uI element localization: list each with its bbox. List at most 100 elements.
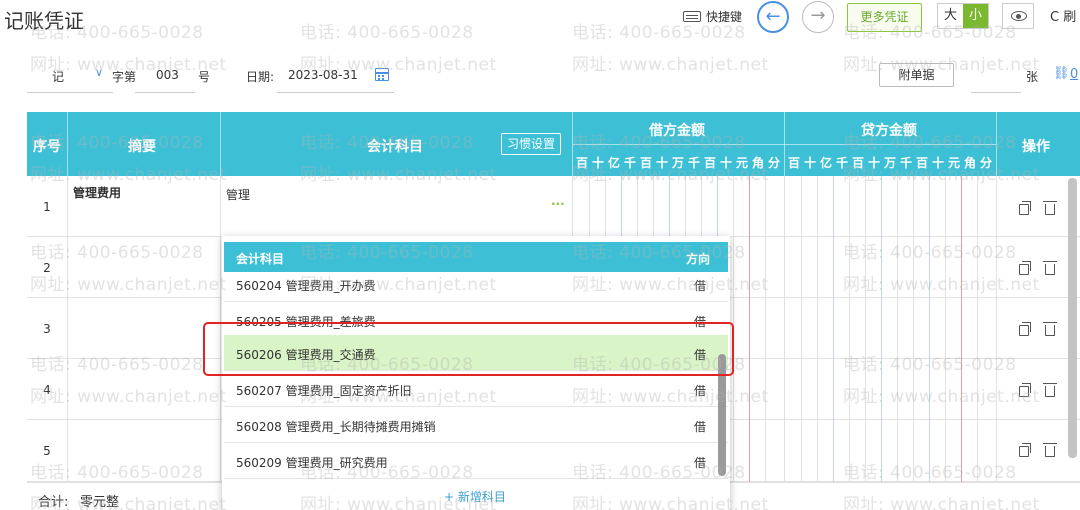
attachment-count-link[interactable]: 0: [1070, 67, 1078, 101]
delete-row-icon[interactable]: [1043, 443, 1057, 457]
credit-digit-unit: 十: [868, 156, 881, 170]
row-seq: 3: [43, 322, 51, 336]
attachment-count-underline: [971, 92, 1021, 93]
credit-digit-unit: 百: [852, 156, 865, 170]
header-debit: 借方金额: [649, 123, 705, 139]
delete-row-icon[interactable]: [1043, 322, 1057, 336]
account-option[interactable]: 560208 管理费用_长期待摊费用摊销 借: [224, 407, 728, 443]
debit-digit-unit: 千: [624, 156, 637, 170]
shortcut-button[interactable]: 快捷键: [683, 8, 742, 24]
row-seq: 2: [43, 261, 51, 275]
delete-row-icon[interactable]: [1043, 201, 1057, 215]
top-bar: 记账凭证 快捷键 ← → 更多凭证 大 小 C 刷: [0, 0, 1080, 40]
debit-digit-unit: 百: [576, 156, 589, 170]
account-option[interactable]: 560204 管理费用_开办费 借: [224, 266, 728, 302]
number-underline: [135, 92, 195, 93]
copy-row-icon[interactable]: [1019, 322, 1031, 336]
habit-settings-button[interactable]: 习惯设置: [501, 133, 561, 155]
account-option[interactable]: 560207 管理费用_固定资产折旧 借: [224, 371, 728, 407]
debit-digit-unit: 十: [592, 156, 605, 170]
size-large-button[interactable]: 大: [938, 4, 963, 28]
table-scrollbar[interactable]: [1068, 178, 1077, 458]
dropdown-header-direction: 方向: [686, 252, 711, 266]
date-underline: [277, 92, 394, 93]
word-type-underline: [27, 92, 113, 93]
voucher-number-suffix: 号: [198, 70, 211, 84]
copy-row-icon[interactable]: [1019, 383, 1031, 397]
more-vouchers-button[interactable]: 更多凭证: [847, 3, 922, 32]
voucher-number-input[interactable]: 003: [156, 68, 179, 102]
debit-digit-unit: 元: [736, 156, 749, 170]
delete-row-icon[interactable]: [1043, 261, 1057, 275]
account-option-label: 560209 管理费用_研究费用: [236, 456, 388, 470]
shortcut-label: 快捷键: [706, 9, 743, 24]
size-small-button[interactable]: 小: [963, 4, 988, 28]
link-icon[interactable]: ⛓: [1053, 66, 1070, 100]
delete-row-icon[interactable]: [1043, 383, 1057, 397]
credit-digit-unit: 分: [980, 156, 993, 170]
row-seq: 4: [43, 383, 51, 397]
highlight-annotation: [203, 322, 734, 376]
debit-digit-unit: 亿: [608, 156, 621, 170]
debit-digit-unit: 角: [752, 156, 765, 170]
credit-digit-unit: 十: [932, 156, 945, 170]
account-option-direction: 借: [694, 456, 707, 470]
copy-row-icon[interactable]: [1019, 201, 1031, 215]
credit-digit-unit: 百: [916, 156, 929, 170]
copy-row-icon[interactable]: [1019, 443, 1031, 457]
account-option-label: 560207 管理费用_固定资产折旧: [236, 384, 412, 398]
attachment-button[interactable]: 附单据: [879, 63, 954, 87]
add-account-label: + 新增科目: [444, 490, 506, 504]
eye-icon: [1011, 11, 1027, 21]
prev-voucher-button[interactable]: ←: [757, 1, 789, 33]
account-option-direction: 借: [694, 279, 707, 293]
account-option-label: 560208 管理费用_长期待摊费用摊销: [236, 420, 436, 434]
account-option-label: 560204 管理费用_开办费: [236, 279, 376, 293]
add-account-button[interactable]: + 新增科目: [222, 482, 730, 510]
account-option-direction: 借: [694, 384, 707, 398]
table-row[interactable]: 1 管理费用 管理 ...: [27, 176, 1080, 237]
debit-digit-unit: 百: [640, 156, 653, 170]
debit-digit-unit: 百: [704, 156, 717, 170]
chevron-down-icon[interactable]: ∨: [95, 66, 103, 100]
next-voucher-button[interactable]: →: [802, 1, 834, 33]
voucher-word-suffix: 字第: [112, 70, 137, 84]
copy-row-icon[interactable]: [1019, 261, 1031, 275]
row-seq: 1: [43, 200, 51, 214]
row-seq: 5: [43, 444, 51, 458]
table-header: 序号 摘要 会计科目 习惯设置 借方金额 贷方金额 操作 百十亿千百十万千百十元…: [27, 112, 1080, 176]
credit-digit-unit: 万: [884, 156, 897, 170]
debit-digit-unit: 分: [768, 156, 781, 170]
account-option[interactable]: 560209 管理费用_研究费用 借: [224, 443, 728, 479]
credit-digit-unit: 元: [948, 156, 961, 170]
font-size-toggle: 大 小: [937, 3, 989, 29]
debit-digit-unit: 十: [720, 156, 733, 170]
credit-digit-unit: 角: [964, 156, 977, 170]
preview-button[interactable]: [1002, 3, 1034, 29]
total-label: 合计:: [38, 495, 69, 510]
date-label: 日期:: [246, 70, 275, 84]
debit-digit-unit: 千: [688, 156, 701, 170]
header-operation: 操作: [1022, 139, 1050, 155]
row-summary[interactable]: 管理费用: [73, 184, 121, 201]
total-value: 零元整: [80, 495, 120, 510]
row-account-input[interactable]: 管理: [226, 186, 250, 203]
dropdown-header-account: 会计科目: [236, 252, 285, 266]
date-input[interactable]: 2023-08-31: [288, 68, 358, 102]
header-account: 会计科目: [367, 139, 423, 155]
debit-digit-unit: 万: [672, 156, 685, 170]
header-seq: 序号: [33, 139, 61, 155]
account-more-button[interactable]: ...: [551, 194, 565, 208]
account-option-direction: 借: [694, 420, 707, 434]
credit-digit-unit: 千: [900, 156, 913, 170]
refresh-button[interactable]: C 刷: [1050, 6, 1076, 25]
calendar-icon[interactable]: [375, 68, 389, 81]
attachment-unit: 张: [1026, 70, 1039, 84]
header-summary: 摘要: [128, 139, 156, 155]
debit-digit-unit: 十: [656, 156, 669, 170]
voucher-word-type[interactable]: 记: [52, 68, 64, 102]
watermark-site: 网址: www.chanjet.net: [572, 55, 769, 75]
arrow-right-icon: →: [810, 5, 826, 26]
arrow-left-icon: ←: [765, 6, 781, 27]
credit-digit-unit: 十: [804, 156, 817, 170]
